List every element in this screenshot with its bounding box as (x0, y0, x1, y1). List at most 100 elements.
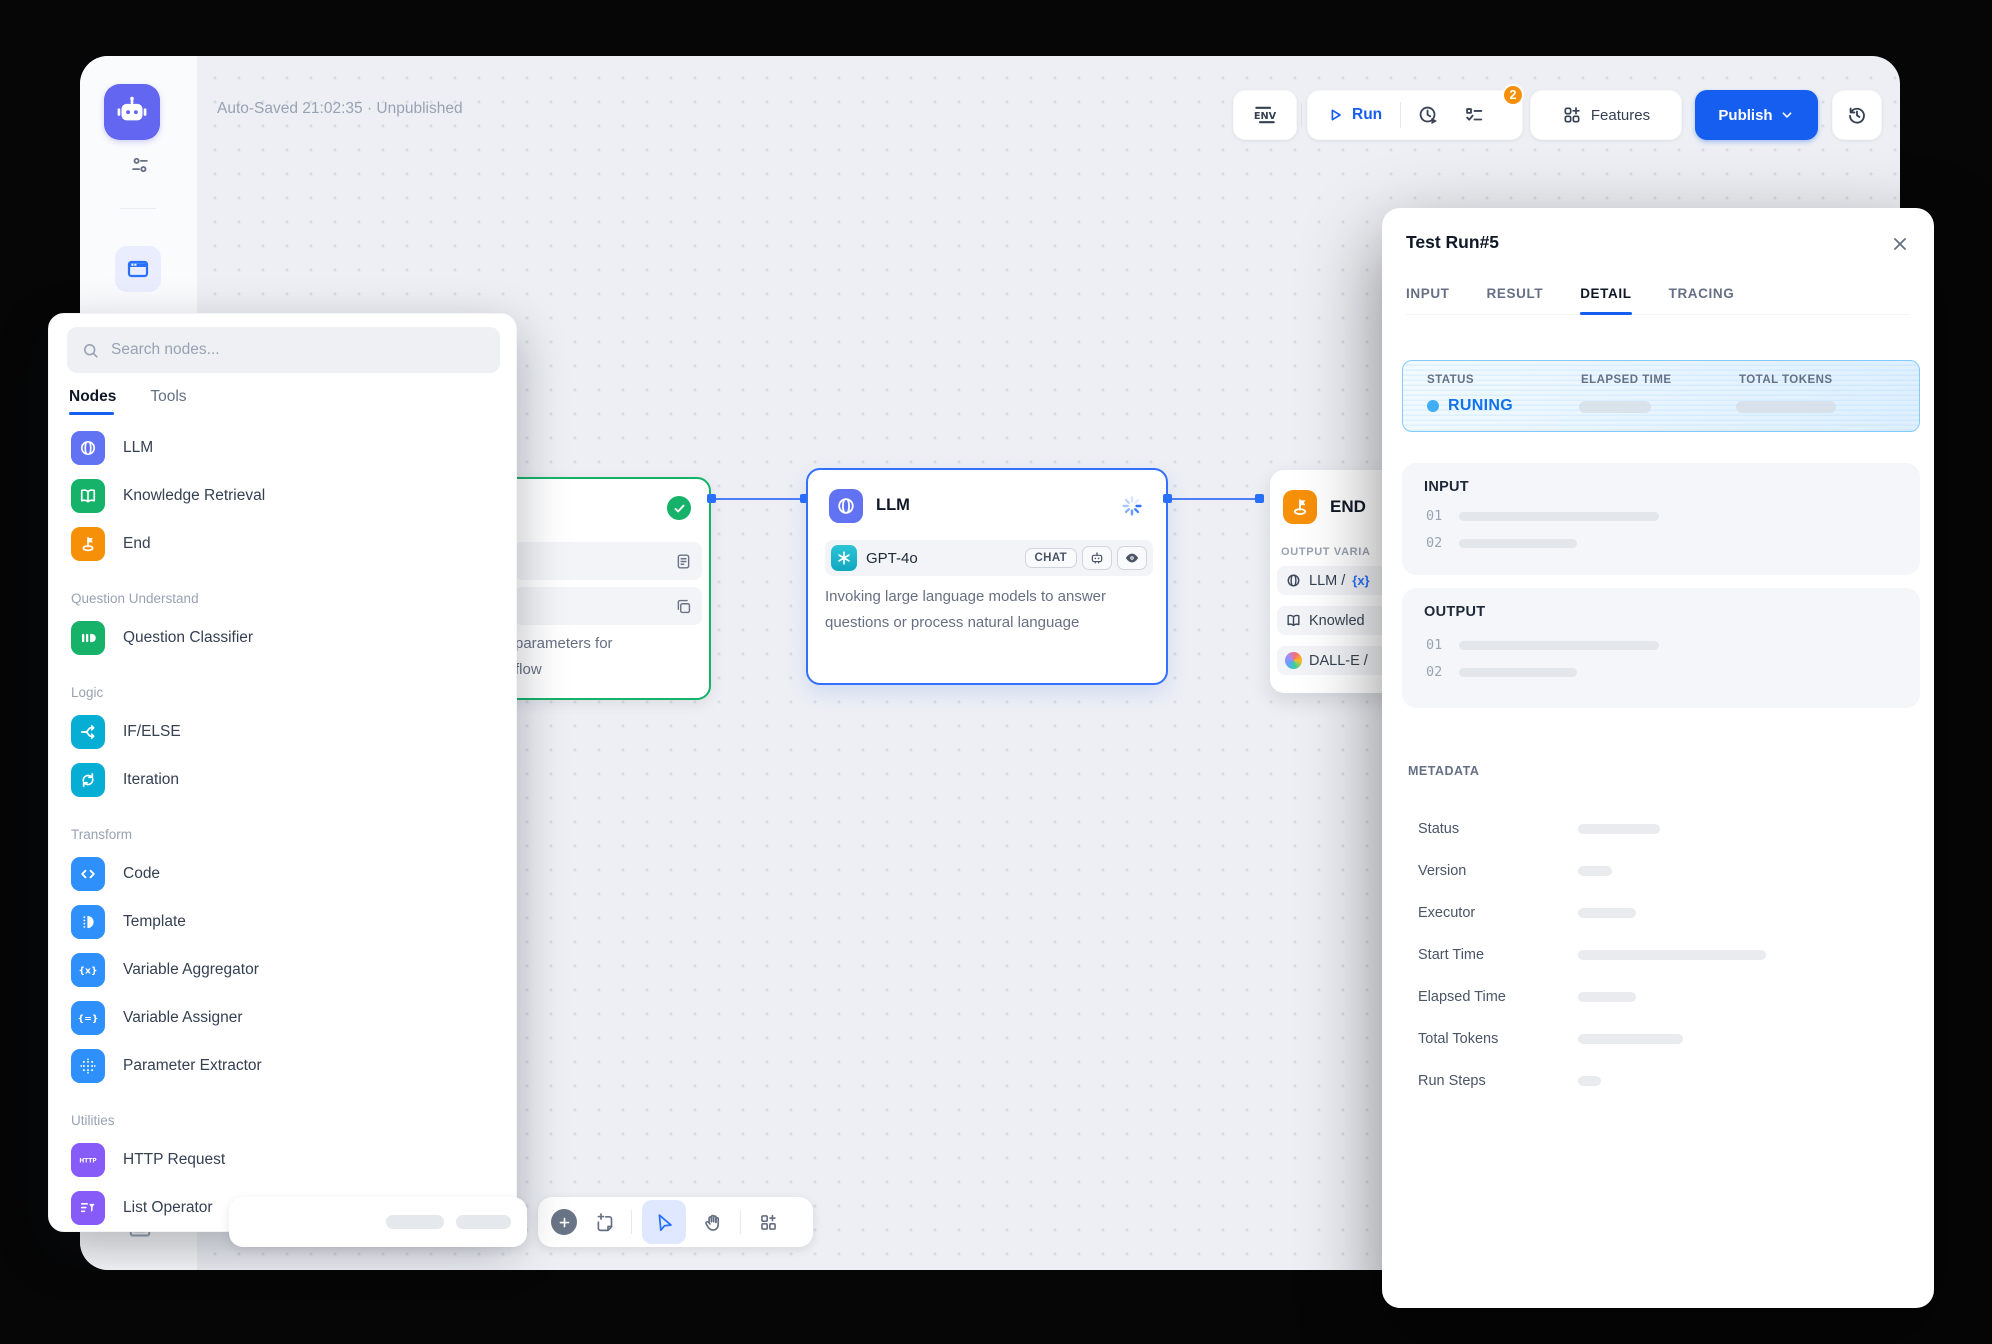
skeleton-bar (1579, 401, 1651, 413)
node-label: HTTP Request (123, 1151, 225, 1169)
divider (740, 1210, 741, 1234)
node-group-header: Transform (71, 818, 498, 850)
http-request-icon (71, 1143, 105, 1177)
run-history-icon[interactable] (1417, 104, 1439, 126)
variable-label: Knowled (1309, 613, 1365, 629)
metadata-label: Version (1418, 863, 1578, 879)
node-list-item[interactable]: Knowledge Retrieval (71, 472, 498, 520)
start-node[interactable]: parameters for flow (502, 477, 711, 700)
running-dot-icon (1427, 400, 1439, 412)
output-variables-label: OUTPUT VARIA (1281, 546, 1371, 558)
pointer-mode-button[interactable] (642, 1200, 686, 1244)
node-list-item[interactable]: End (71, 520, 498, 568)
tab-detail[interactable]: DETAIL (1580, 286, 1631, 314)
tab-input[interactable]: INPUT (1406, 286, 1450, 314)
output-card: OUTPUT 01 02 (1402, 588, 1920, 708)
loading-spinner-icon (1120, 494, 1144, 518)
preferences-icon[interactable] (129, 154, 151, 176)
workflow-tab[interactable] (115, 246, 161, 292)
node-list-item[interactable]: Question Classifier (71, 614, 498, 662)
node-list-item[interactable]: Variable Assigner (71, 994, 498, 1042)
skeleton-bar (1459, 512, 1659, 521)
node-list-item[interactable]: Variable Aggregator (71, 946, 498, 994)
run-button-group: Run 2 (1307, 90, 1523, 140)
version-history-button[interactable] (1832, 90, 1882, 140)
total-tokens-label: TOTAL TOKENS (1739, 374, 1832, 386)
skeleton-bar (1459, 641, 1659, 650)
skeleton-bar (1578, 950, 1766, 960)
add-note-button[interactable] (587, 1205, 621, 1239)
app-logo[interactable] (104, 84, 160, 140)
output-port[interactable] (707, 494, 716, 503)
status-label: STATUS (1427, 374, 1474, 386)
if-else-icon (71, 715, 105, 749)
skeleton-bar (1578, 992, 1636, 1002)
organize-nodes-button[interactable] (751, 1205, 785, 1239)
divider (631, 1210, 632, 1234)
test-run-panel: Test Run#5 INPUT RESULT DETAIL TRACING S… (1382, 208, 1934, 1308)
output-port[interactable] (1163, 494, 1172, 503)
node-list-item[interactable]: LLM (71, 424, 498, 472)
node-picker-panel: Nodes Tools LLM Knowledge Retrieval End … (48, 313, 517, 1232)
template-icon (71, 905, 105, 939)
row-number: 02 (1426, 535, 1442, 551)
publish-button[interactable]: Publish (1695, 90, 1818, 140)
tab-nodes[interactable]: Nodes (69, 388, 116, 415)
features-button[interactable]: Features (1530, 90, 1682, 140)
code-icon (71, 857, 105, 891)
skeleton-bar (1578, 866, 1612, 876)
hand-mode-button[interactable] (696, 1205, 730, 1239)
toolbar-divider (1301, 103, 1302, 127)
panel-title: Test Run#5 (1406, 232, 1499, 253)
model-selector[interactable]: GPT-4o CHAT (825, 540, 1153, 576)
skeleton-bar (1578, 1034, 1683, 1044)
node-panel-tabs: Nodes Tools (69, 388, 187, 415)
node-list-item[interactable]: HTTP Request (71, 1136, 498, 1184)
llm-node[interactable]: LLM GPT-4o CHAT Invoking large language … (806, 468, 1168, 685)
tab-tools[interactable]: Tools (150, 388, 186, 415)
node-group-header: Logic (71, 676, 498, 708)
start-node-field-row[interactable] (514, 587, 702, 625)
variable-label: DALL-E / (1309, 653, 1368, 669)
metadata-row: Status (1418, 808, 1910, 850)
input-port[interactable] (1255, 494, 1264, 503)
run-status-card: STATUS ELAPSED TIME TOTAL TOKENS RUNING (1402, 360, 1920, 432)
node-list-item[interactable]: Code (71, 850, 498, 898)
end-node-title: END (1330, 497, 1366, 517)
env-button[interactable]: ENV (1233, 90, 1297, 140)
dall-e-icon (1285, 652, 1302, 669)
divider (1400, 102, 1401, 128)
metadata-row: Start Time (1418, 934, 1910, 976)
close-icon[interactable] (1890, 234, 1910, 254)
node-label: Code (123, 865, 160, 883)
metadata-row: Elapsed Time (1418, 976, 1910, 1018)
row-number: 01 (1426, 508, 1442, 524)
skeleton-bar (1578, 1076, 1601, 1086)
start-node-field-row[interactable] (514, 542, 702, 580)
history-icon (1846, 104, 1868, 126)
skeleton-bar (456, 1215, 511, 1229)
metadata-label: Total Tokens (1418, 1031, 1578, 1047)
add-node-button[interactable] (551, 1209, 577, 1235)
node-list-item[interactable]: IF/ELSE (71, 708, 498, 756)
tab-tracing[interactable]: TRACING (1669, 286, 1735, 314)
elapsed-time-label: ELAPSED TIME (1581, 374, 1672, 386)
row-number: 02 (1426, 664, 1442, 680)
model-name: GPT-4o (866, 550, 1025, 567)
skeleton-bar (1578, 908, 1636, 918)
search-input[interactable] (109, 340, 486, 360)
metadata-label: Run Steps (1418, 1073, 1578, 1089)
node-list-item[interactable]: Parameter Extractor (71, 1042, 498, 1090)
run-button[interactable]: Run (1352, 106, 1382, 124)
node-search[interactable] (67, 327, 500, 373)
tab-result[interactable]: RESULT (1487, 286, 1544, 314)
output-title: OUTPUT (1424, 604, 1485, 620)
variable-assigner-icon (71, 1001, 105, 1035)
checklist-icon[interactable] (1463, 104, 1485, 126)
metadata-row: Executor (1418, 892, 1910, 934)
node-list-item[interactable]: Iteration (71, 756, 498, 804)
start-node-description: parameters for flow (515, 631, 613, 683)
node-list-item[interactable]: Template (71, 898, 498, 946)
list-operator-icon (71, 1191, 105, 1225)
skeleton-bar (386, 1215, 444, 1229)
